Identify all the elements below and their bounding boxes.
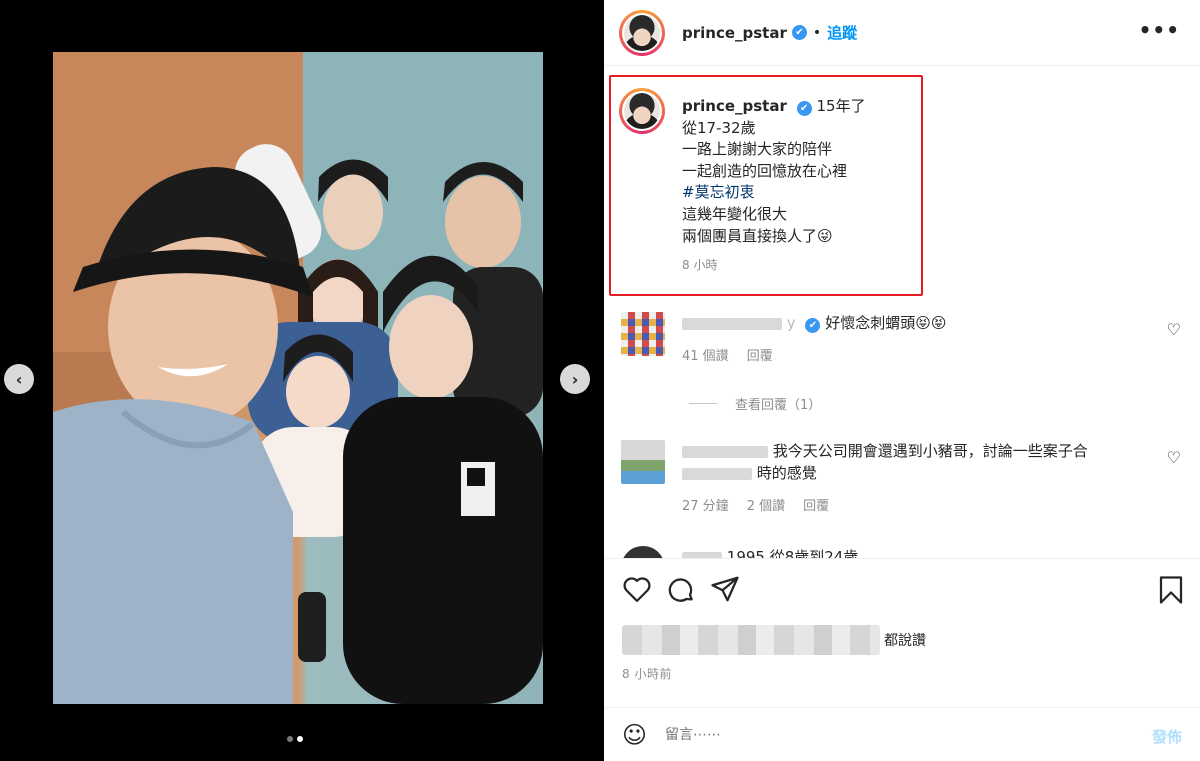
slide-dot-active — [297, 736, 303, 742]
commenter-avatar[interactable] — [621, 546, 665, 558]
save-bookmark-icon[interactable] — [1158, 575, 1184, 605]
share-paper-plane-icon[interactable] — [710, 575, 740, 605]
caption-line: 這幾年變化很大 — [682, 204, 788, 223]
reply-button[interactable]: 回覆 — [803, 496, 829, 518]
chevron-left-icon: ‹ — [15, 369, 23, 389]
comment-text: 好懷念刺蝟頭😝😝 — [825, 314, 947, 332]
caption-line: 兩個團員直接換人了😜 — [682, 226, 833, 245]
blurred-likers — [622, 625, 880, 655]
caption-line: 15年了 — [816, 97, 866, 115]
reply-button[interactable]: 回覆 — [747, 346, 773, 368]
separator-dot: • — [812, 24, 822, 41]
comment-text-continued: 時的感覺 — [756, 464, 817, 482]
more-options-icon[interactable]: ••• — [1139, 18, 1180, 42]
caption-line: 從17-32歲 — [682, 118, 756, 137]
chevron-right-icon: › — [571, 369, 579, 389]
comment-meta: 41 個讚 回覆 — [682, 346, 1142, 368]
commenter-avatar[interactable] — [621, 440, 665, 484]
view-replies-label: 查看回覆（1） — [735, 398, 822, 413]
post-header: prince_pstar ✔ • 追蹤 ••• — [604, 0, 1200, 66]
blurred-text — [682, 467, 752, 480]
comment-text: 1995 從8歲到24歲 — [726, 548, 859, 558]
comment-item: 我今天公司開會還遇到小豬哥，討論一些案子合 時的感覺 27 分鐘 2 個讚 回覆… — [621, 440, 1181, 518]
post-caption: prince_pstar ✔ 15年了 從17-32歲 一路上謝謝大家的陪伴 一… — [619, 88, 919, 277]
emoji-smiley-icon[interactable]: ☺ — [622, 721, 647, 749]
caption-line: 一起創造的回憶放在心裡 — [682, 161, 848, 180]
caption-username[interactable]: prince_pstar — [682, 97, 787, 115]
media-viewer: ‹ › — [0, 0, 604, 761]
likes-label: 都說讚 — [884, 633, 926, 649]
group-selfie-illustration — [53, 52, 543, 704]
next-slide-button[interactable]: › — [560, 364, 590, 394]
hashtag-link[interactable]: #莫忘初衷 — [682, 182, 866, 204]
post-comment-button[interactable]: 發佈 — [1152, 726, 1182, 747]
username-partial: y — [786, 314, 796, 332]
commenter-avatar[interactable] — [621, 312, 665, 356]
comment-item: y ✔ 好懷念刺蝟頭😝😝 41 個讚 回覆 ♡ — [621, 312, 1181, 368]
comment-likes[interactable]: 41 個讚 — [682, 346, 729, 368]
follow-button[interactable]: 追蹤 — [827, 22, 857, 43]
like-comment-heart-icon[interactable]: ♡ — [1167, 448, 1181, 467]
header-username[interactable]: prince_pstar — [682, 24, 787, 42]
comment-body: 我今天公司開會還遇到小豬哥，討論一些案子合 時的感覺 27 分鐘 2 個讚 回覆 — [682, 440, 1142, 518]
comment-body: y ✔ 好懷念刺蝟頭😝😝 41 個讚 回覆 — [682, 312, 1142, 368]
blurred-username — [682, 317, 782, 330]
like-heart-icon[interactable] — [622, 575, 652, 605]
comment-time[interactable]: 27 分鐘 — [682, 496, 729, 518]
verified-icon: ✔ — [796, 101, 812, 116]
avatar[interactable] — [619, 9, 665, 56]
add-comment-bar: ☺ 發佈 — [604, 707, 1200, 761]
post-photo[interactable] — [53, 52, 543, 704]
post-panel: prince_pstar ✔ • 追蹤 ••• prince_pstar ✔ 1… — [604, 0, 1200, 761]
previous-slide-button[interactable]: ‹ — [4, 364, 34, 394]
view-replies-button[interactable]: 查看回覆（1） — [689, 394, 821, 413]
caption-timestamp[interactable]: 8 小時 — [682, 255, 866, 277]
likes-summary[interactable]: 都說讚 — [622, 625, 926, 655]
blurred-username — [682, 445, 768, 458]
comment-text: 我今天公司開會還遇到小豬哥，討論一些案子合 — [772, 442, 1088, 460]
action-bar — [622, 575, 740, 605]
comment-body: 1995 從8歲到24歲 — [682, 546, 1142, 558]
caption-line: 一路上謝謝大家的陪伴 — [682, 140, 833, 159]
like-comment-heart-icon[interactable]: ♡ — [1167, 320, 1181, 339]
slide-indicator — [287, 736, 303, 742]
caption-avatar[interactable] — [619, 88, 665, 134]
post-actions-area: 都說讚 8 小時前 ☺ 發佈 — [604, 558, 1200, 761]
comment-item-partial: 1995 從8歲到24歲 — [621, 546, 1181, 558]
post-timestamp[interactable]: 8 小時前 — [622, 665, 672, 682]
comment-meta: 27 分鐘 2 個讚 回覆 — [682, 496, 1142, 518]
verified-icon: ✔ — [805, 318, 821, 333]
caption-body: prince_pstar ✔ 15年了 從17-32歲 一路上謝謝大家的陪伴 一… — [682, 96, 866, 277]
comment-bubble-icon[interactable] — [666, 575, 696, 605]
slide-dot — [287, 736, 293, 742]
replies-divider-line — [689, 403, 717, 404]
verified-icon: ✔ — [791, 25, 807, 40]
comment-input[interactable] — [665, 727, 1086, 743]
comment-likes[interactable]: 2 個讚 — [747, 496, 785, 518]
